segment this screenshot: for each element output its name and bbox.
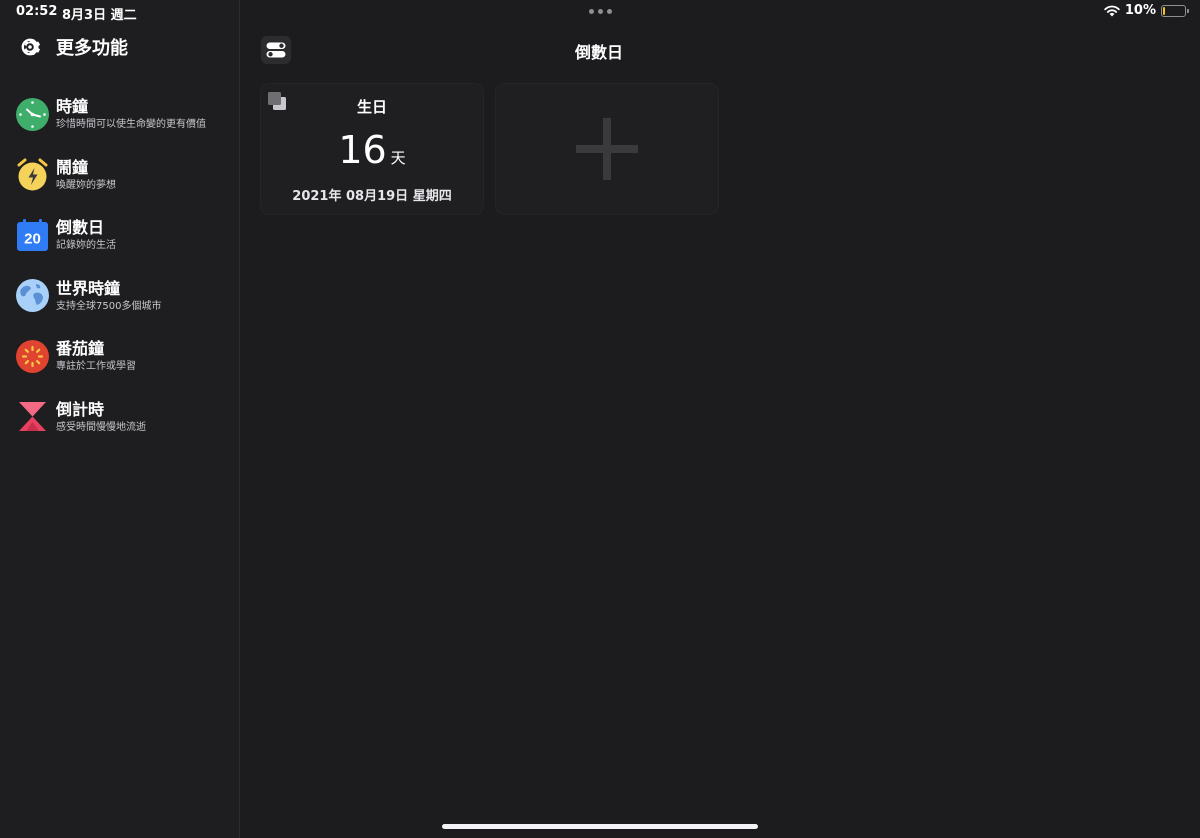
status-date: 8月3日 週二 bbox=[62, 8, 137, 23]
feature-menu: 時鐘 珍惜時間可以使生命變的更有價值 鬧鐘 喚醒妳的夢想 20 倒數日 記錄妳的… bbox=[0, 84, 240, 447]
card-days: 16 bbox=[338, 128, 387, 172]
add-card-button[interactable] bbox=[496, 84, 718, 214]
menu-subtitle-world-clock: 支持全球7500多個城市 bbox=[56, 300, 162, 312]
menu-subtitle-countdown-days: 記錄妳的生活 bbox=[56, 240, 116, 252]
page-title: 倒數日 bbox=[574, 43, 623, 62]
menu-subtitle-clock: 珍惜時間可以使生命變的更有價值 bbox=[56, 119, 206, 131]
countdown-card[interactable]: 生日 16 天 2021年 08月19日 星期四 bbox=[261, 84, 483, 214]
menu-item-alarm[interactable]: 鬧鐘 喚醒妳的夢想 bbox=[0, 145, 240, 206]
tomato-icon bbox=[16, 339, 49, 373]
multitask-menu[interactable] bbox=[589, 9, 612, 14]
battery-icon bbox=[1161, 4, 1189, 17]
status-indicators: 10% bbox=[1104, 3, 1189, 18]
menu-item-countdown-days[interactable]: 20 倒數日 記錄妳的生活 bbox=[0, 205, 240, 266]
card-date: 2021年 08月19日 星期四 bbox=[292, 189, 452, 204]
menu-subtitle-alarm: 喚醒妳的夢想 bbox=[56, 179, 116, 191]
menu-subtitle-countdown-timer: 感受時間慢慢地流逝 bbox=[56, 421, 146, 433]
calendar-icon: 20 bbox=[17, 218, 48, 251]
menu-subtitle-pomodoro: 專註於工作或學習 bbox=[56, 361, 136, 373]
card-title: 生日 bbox=[356, 98, 387, 116]
battery-percent: 10% bbox=[1124, 3, 1156, 18]
status-time: 02:52 bbox=[16, 4, 58, 19]
menu-label-countdown-days: 倒數日 bbox=[56, 218, 105, 238]
main-content: 倒數日 生日 16 天 2021年 08月19日 星期四 bbox=[241, 0, 1200, 838]
sidebar: 更多功能 時鐘 珍惜時間可以使生命變的更有價值 鬧鐘 喚醒妳的夢想 20 倒數日… bbox=[0, 0, 240, 838]
menu-item-countdown-timer[interactable]: 倒計時 感受時間慢慢地流逝 bbox=[0, 387, 240, 448]
clock-icon bbox=[16, 97, 49, 131]
alarm-icon bbox=[17, 158, 48, 191]
battery-level bbox=[1163, 6, 1166, 15]
menu-label-clock: 時鐘 bbox=[56, 97, 89, 117]
hourglass-icon bbox=[19, 402, 46, 432]
card-count: 16 天 bbox=[261, 128, 483, 172]
globe-icon bbox=[16, 279, 49, 313]
menu-label-alarm: 鬧鐘 bbox=[56, 157, 89, 177]
menu-label-countdown-timer: 倒計時 bbox=[56, 399, 105, 419]
card-unit: 天 bbox=[390, 149, 406, 167]
menu-item-world-clock[interactable]: 世界時鐘 支持全球7500多個城市 bbox=[0, 266, 240, 327]
menu-item-clock[interactable]: 時鐘 珍惜時間可以使生命變的更有價值 bbox=[0, 84, 240, 145]
menu-label-pomodoro: 番茄鐘 bbox=[56, 339, 105, 359]
app-screen: 更多功能 時鐘 珍惜時間可以使生命變的更有價值 鬧鐘 喚醒妳的夢想 20 倒數日… bbox=[0, 0, 1200, 838]
home-indicator[interactable] bbox=[442, 824, 758, 829]
menu-label-world-clock: 世界時鐘 bbox=[56, 278, 121, 298]
plus-icon bbox=[576, 118, 638, 180]
calendar-icon-number: 20 bbox=[24, 230, 41, 247]
menu-item-pomodoro[interactable]: 番茄鐘 專註於工作或學習 bbox=[0, 326, 240, 387]
wifi-icon bbox=[1104, 5, 1120, 16]
